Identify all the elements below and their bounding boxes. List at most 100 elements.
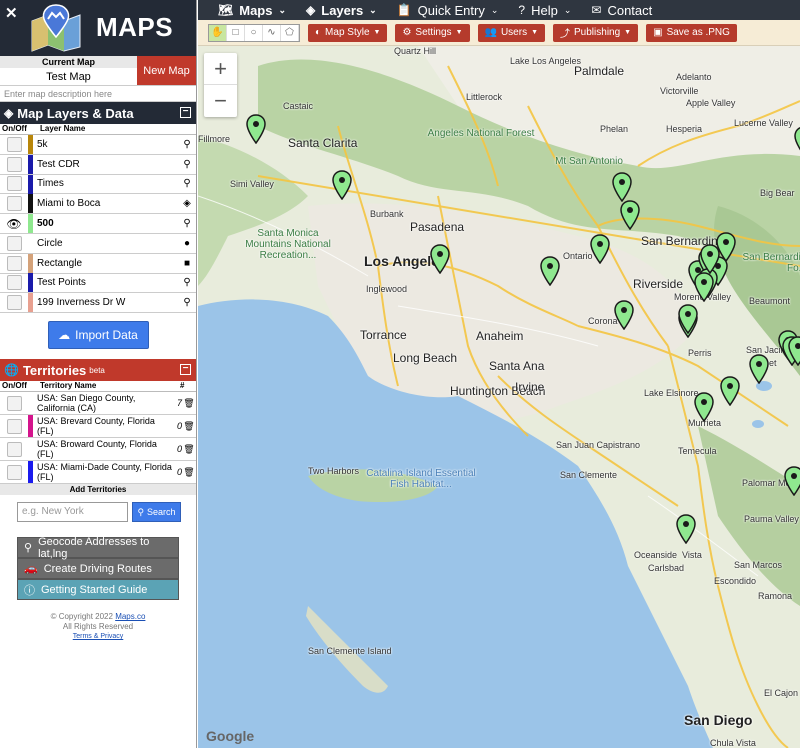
- territory-checkbox[interactable]: [6, 441, 22, 457]
- territory-search-button[interactable]: ⚲ Search: [132, 502, 181, 523]
- trash-icon[interactable]: 🗑: [182, 398, 196, 409]
- map-marker-icon[interactable]: [614, 300, 634, 330]
- territory-toggle[interactable]: [0, 464, 28, 480]
- layer-checkbox[interactable]: [6, 176, 22, 192]
- layer-checkbox[interactable]: [6, 255, 22, 271]
- collapse-territories-button[interactable]: −: [180, 364, 191, 376]
- zoom-in-button[interactable]: +: [204, 53, 237, 85]
- users-button[interactable]: 👥 Users ▼: [477, 23, 546, 42]
- map-style-button[interactable]: ◐ Map Style ▼: [308, 23, 388, 42]
- nav-layers[interactable]: ◈ Layers ⌄: [296, 0, 387, 20]
- map-marker-icon[interactable]: [784, 466, 800, 496]
- territory-name[interactable]: USA: San Diego County, California (CA): [33, 393, 172, 413]
- maps-co-link[interactable]: Maps.co: [115, 612, 145, 621]
- layer-name[interactable]: Rectangle: [33, 258, 178, 269]
- draw-rectangle-icon[interactable]: □: [227, 24, 245, 41]
- new-map-button[interactable]: New Map: [137, 56, 196, 85]
- create-driving-routes-button[interactable]: 🚗 Create Driving Routes: [17, 558, 179, 580]
- layer-name[interactable]: Miami to Boca: [33, 198, 178, 209]
- collapse-layers-button[interactable]: −: [180, 107, 191, 118]
- map-marker-icon[interactable]: [246, 114, 266, 144]
- layer-name[interactable]: Circle: [33, 238, 178, 249]
- layer-checkbox[interactable]: [6, 156, 22, 172]
- map-marker-icon[interactable]: [788, 336, 800, 366]
- zoom-out-button[interactable]: −: [204, 85, 237, 117]
- territory-toggle[interactable]: [0, 395, 28, 411]
- close-icon[interactable]: ✕: [5, 4, 18, 22]
- map-marker-icon[interactable]: [700, 244, 720, 274]
- territory-toggle[interactable]: [0, 441, 28, 457]
- map-marker-icon[interactable]: [676, 514, 696, 544]
- nav-maps[interactable]: 🗺 Maps ⌄: [208, 0, 296, 20]
- draw-circle-icon[interactable]: ○: [245, 24, 263, 41]
- publishing-button[interactable]: ⤴ Publishing ▼: [553, 23, 639, 42]
- layer-row[interactable]: Times ⚲: [0, 174, 196, 195]
- trash-icon[interactable]: 🗑: [182, 444, 196, 455]
- layer-row[interactable]: Circle ●: [0, 233, 196, 254]
- geocode-addresses-to-lat-lng-button[interactable]: ⚲ Geocode Addresses to lat,lng: [17, 536, 179, 560]
- layer-row[interactable]: Rectangle ■: [0, 253, 196, 274]
- territory-checkbox[interactable]: [6, 418, 22, 434]
- nav-contact[interactable]: ✉ Contact: [581, 0, 662, 20]
- layer-checkbox[interactable]: [6, 235, 22, 251]
- layer-toggle[interactable]: 👁: [0, 217, 28, 231]
- map-marker-icon[interactable]: [694, 392, 714, 422]
- layer-row[interactable]: Test Points ⚲: [0, 273, 196, 294]
- nav-help[interactable]: ? Help ⌄: [508, 0, 581, 20]
- map-marker-icon[interactable]: [540, 256, 560, 286]
- territory-checkbox[interactable]: [6, 395, 22, 411]
- current-map-name[interactable]: Test Map: [0, 68, 137, 86]
- layer-name[interactable]: Times: [33, 178, 178, 189]
- layer-checkbox[interactable]: [6, 275, 22, 291]
- draw-polygon-icon[interactable]: ⬠: [281, 24, 299, 41]
- layer-row[interactable]: 👁 500 ⚲: [0, 214, 196, 234]
- layer-toggle[interactable]: [0, 136, 28, 152]
- territory-row[interactable]: USA: San Diego County, California (CA) 7 🗑: [0, 392, 196, 416]
- trash-icon[interactable]: 🗑: [182, 467, 196, 478]
- territory-name[interactable]: USA: Brevard County, Florida (FL): [33, 416, 172, 436]
- map-marker-icon[interactable]: [794, 126, 800, 156]
- map-marker-icon[interactable]: [620, 200, 640, 230]
- eye-icon[interactable]: 👁: [6, 217, 21, 231]
- layer-checkbox[interactable]: [6, 295, 22, 311]
- territory-name[interactable]: USA: Broward County, Florida (FL): [33, 439, 172, 459]
- territory-row[interactable]: USA: Miami-Dade County, Florida (FL) 0 🗑: [0, 461, 196, 485]
- territory-checkbox[interactable]: [6, 464, 22, 480]
- layer-row[interactable]: Test CDR ⚲: [0, 154, 196, 175]
- map-marker-icon[interactable]: [332, 170, 352, 200]
- map-marker-icon[interactable]: [749, 354, 769, 384]
- map-marker-icon[interactable]: [720, 376, 740, 406]
- layer-name[interactable]: 5k: [33, 139, 178, 150]
- map-description-input[interactable]: Enter map description here: [0, 86, 196, 102]
- layer-row[interactable]: Miami to Boca ◈: [0, 194, 196, 215]
- territory-name[interactable]: USA: Miami-Dade County, Florida (FL): [33, 462, 172, 482]
- nav-quick-entry[interactable]: 📋 Quick Entry ⌄: [387, 0, 509, 20]
- map-marker-icon[interactable]: [590, 234, 610, 264]
- hand-pan-icon[interactable]: ✋: [209, 24, 227, 41]
- layer-toggle[interactable]: [0, 275, 28, 291]
- trash-icon[interactable]: 🗑: [182, 421, 196, 432]
- layer-checkbox[interactable]: [6, 136, 22, 152]
- draw-line-icon[interactable]: ∿: [263, 24, 281, 41]
- territory-row[interactable]: USA: Broward County, Florida (FL) 0 🗑: [0, 438, 196, 462]
- layer-checkbox[interactable]: [6, 196, 22, 212]
- map-marker-icon[interactable]: [694, 272, 714, 302]
- map-marker-icon[interactable]: [612, 172, 632, 202]
- getting-started-guide-button[interactable]: ⓘ Getting Started Guide: [17, 579, 179, 601]
- layer-toggle[interactable]: [0, 156, 28, 172]
- layer-name[interactable]: 500: [33, 218, 178, 229]
- save-as-png-button[interactable]: ▣ Save as .PNG: [646, 23, 737, 42]
- map-canvas[interactable]: Quartz Hill Lake Los Angeles Palmdale Adela…: [198, 46, 800, 748]
- layer-toggle[interactable]: [0, 196, 28, 212]
- layer-toggle[interactable]: [0, 176, 28, 192]
- layer-name[interactable]: Test Points: [33, 277, 178, 288]
- layer-toggle[interactable]: [0, 295, 28, 311]
- territory-row[interactable]: USA: Brevard County, Florida (FL) 0 🗑: [0, 415, 196, 439]
- terms-link[interactable]: Terms & Privacy: [0, 632, 196, 642]
- layer-name[interactable]: Test CDR: [33, 159, 178, 170]
- layer-row[interactable]: 199 Inverness Dr W ⚲: [0, 293, 196, 314]
- map-marker-icon[interactable]: [678, 304, 698, 334]
- layer-toggle[interactable]: [0, 235, 28, 251]
- territory-toggle[interactable]: [0, 418, 28, 434]
- layer-toggle[interactable]: [0, 255, 28, 271]
